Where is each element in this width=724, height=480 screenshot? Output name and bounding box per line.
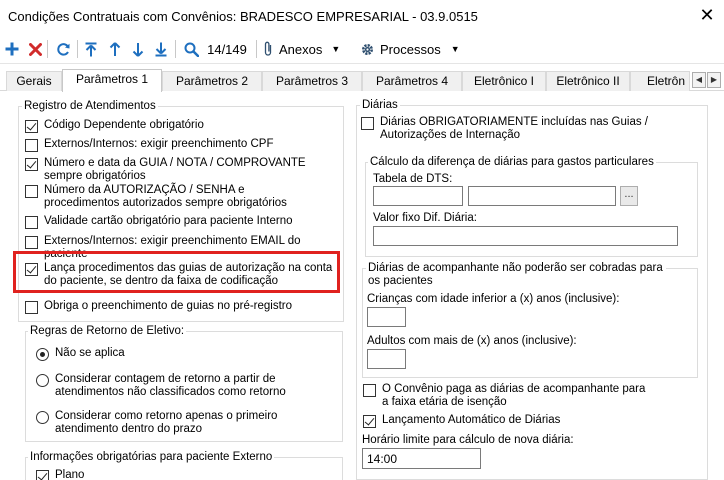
tab-strip: Gerais Parâmetros 1 Parâmetros 2 Parâmet…: [0, 69, 724, 92]
validade-cartao-checkbox[interactable]: Validade cartão obrigatório para pacient…: [25, 215, 343, 229]
window-title: Condições Contratuais com Convênios: BRA…: [8, 9, 478, 24]
convenio-paga-acompanhante-checkbox[interactable]: O Convênio paga as diárias de acompanhan…: [363, 383, 653, 409]
next-record-icon[interactable]: [130, 39, 146, 59]
valor-fixo-label: Valor fixo Dif. Diária:: [373, 212, 477, 224]
radio-label: Considerar como retorno apenas o primeir…: [55, 410, 278, 435]
checkbox-box: [36, 470, 49, 480]
anexos-button[interactable]: Anexos ▼: [263, 39, 355, 59]
previous-record-icon[interactable]: [107, 39, 123, 59]
lancamento-automatico-checkbox[interactable]: Lançamento Automático de Diárias: [363, 414, 653, 428]
tab-parametros-3[interactable]: Parâmetros 3: [262, 71, 362, 91]
tab-scroll-right-icon[interactable]: ▶: [707, 72, 721, 88]
tab-eletronico-2[interactable]: Eletrônico II: [546, 71, 630, 91]
checkbox-box: [25, 158, 38, 171]
title-bar: Condições Contratuais com Convênios: BRA…: [0, 0, 724, 32]
first-record-icon[interactable]: [83, 39, 99, 59]
calculo-diferenca-title: Cálculo da diferença de diárias para gas…: [368, 156, 656, 168]
tab-parametros-4[interactable]: Parâmetros 4: [362, 71, 462, 91]
checkbox-label: Validade cartão obrigatório para pacient…: [44, 215, 293, 227]
plano-checkbox[interactable]: Plano: [36, 469, 236, 480]
checkbox-box: [25, 236, 38, 249]
radio-dot: [36, 411, 49, 424]
numero-autorizacao-checkbox[interactable]: Número da AUTORIZAÇÃO / SENHA e procedim…: [25, 184, 315, 210]
adultos-label: Adultos com mais de (x) anos (inclusive)…: [367, 335, 577, 347]
tab-gerais[interactable]: Gerais: [6, 71, 62, 91]
exigir-cpf-checkbox[interactable]: Externos/Internos: exigir preenchimento …: [25, 138, 343, 152]
adultos-input[interactable]: [367, 349, 406, 369]
diarias-obrigatorias-checkbox[interactable]: Diárias OBRIGATORIAMENTE incluídas nas G…: [361, 116, 661, 142]
checkbox-box: [25, 120, 38, 133]
tab-scroll-left-icon[interactable]: ◀: [692, 72, 706, 88]
checkbox-label: Lançamento Automático de Diárias: [382, 414, 561, 426]
radio-dot: [36, 374, 49, 387]
checkbox-box: [25, 301, 38, 314]
processos-label: Processos: [380, 41, 441, 57]
diarias-title: Diárias: [360, 99, 400, 111]
tabela-dts-name-input[interactable]: [468, 186, 616, 206]
last-record-icon[interactable]: [153, 39, 169, 59]
obriga-guias-pre-registro-checkbox[interactable]: Obriga o preenchimento de guias no pré-r…: [25, 300, 343, 314]
delete-icon[interactable]: [27, 39, 43, 59]
tab-eletronico-3[interactable]: Eletrôn: [630, 71, 690, 91]
criancas-label: Crianças com idade inferior a (x) anos (…: [367, 293, 620, 305]
checkbox-box: [25, 263, 38, 276]
registro-atendimentos-title: Registro de Atendimentos: [22, 100, 158, 112]
checkbox-box: [363, 384, 376, 397]
close-icon[interactable]: ✕: [696, 4, 718, 26]
paperclip-icon: [263, 41, 273, 57]
regras-retorno-title: Regras de Retorno de Eletivo:: [28, 325, 187, 337]
checkbox-label: Número da AUTORIZAÇÃO / SENHA e procedim…: [44, 184, 287, 209]
checkbox-box: [25, 139, 38, 152]
processos-button[interactable]: Processos ▼: [360, 39, 460, 59]
refresh-icon[interactable]: [54, 39, 72, 59]
checkbox-label: Obriga o preenchimento de guias no pré-r…: [44, 300, 293, 312]
toolbar-separator: [175, 40, 176, 58]
checkbox-label: Diárias OBRIGATORIAMENTE incluídas nas G…: [380, 116, 648, 141]
toolbar-separator: [47, 40, 48, 58]
tab-eletronico-1[interactable]: Eletrônico I: [462, 71, 546, 91]
chevron-down-icon: ▼: [331, 44, 341, 54]
radio-dot: [36, 348, 49, 361]
horario-limite-input[interactable]: 14:00: [362, 448, 481, 469]
checkbox-box: [25, 216, 38, 229]
tab-parametros-2[interactable]: Parâmetros 2: [162, 71, 262, 91]
gear-icon: [360, 42, 375, 57]
valor-fixo-input[interactable]: [373, 226, 678, 246]
lanca-procedimentos-checkbox[interactable]: Lança procedimentos das guias de autoriz…: [25, 262, 335, 288]
anexos-label: Anexos: [279, 41, 323, 57]
tab-parametros-1[interactable]: Parâmetros 1: [62, 69, 162, 92]
tabela-dts-label: Tabela de DTS:: [373, 173, 453, 185]
toolbar: 14/149 Anexos ▼ Processos ▼: [0, 34, 724, 64]
toolbar-separator: [256, 40, 257, 58]
chevron-down-icon: ▼: [450, 44, 460, 54]
toolbar-separator: [77, 40, 78, 58]
checkbox-label: Código Dependente obrigatório: [44, 119, 204, 131]
radio-contagem-retorno[interactable]: Considerar contagem de retorno a partir …: [36, 373, 286, 399]
horario-limite-label: Horário limite para cálculo de nova diár…: [362, 434, 574, 446]
checkbox-box: [361, 117, 374, 130]
checkbox-label: Número e data da GUIA / NOTA / COMPROVAN…: [44, 157, 306, 182]
checkbox-box: [25, 185, 38, 198]
record-counter: 14/149: [207, 41, 247, 57]
checkbox-label: Externos/Internos: exigir preenchimento …: [44, 138, 274, 150]
radio-label: Não se aplica: [55, 347, 125, 359]
numero-guia-checkbox[interactable]: Número e data da GUIA / NOTA / COMPROVAN…: [25, 157, 325, 183]
tab-content: Registro de Atendimentos Código Dependen…: [0, 92, 724, 480]
tabela-dts-lookup-button[interactable]: ...: [620, 186, 638, 206]
checkbox-label: Plano: [55, 469, 85, 480]
checkbox-box: [363, 415, 376, 428]
criancas-input[interactable]: [367, 307, 406, 327]
radio-primeiro-atendimento[interactable]: Considerar como retorno apenas o primeir…: [36, 410, 316, 436]
radio-nao-se-aplica[interactable]: Não se aplica: [36, 347, 336, 361]
checkbox-label: O Convênio paga as diárias de acompanhan…: [382, 383, 646, 408]
codigo-dependente-checkbox[interactable]: Código Dependente obrigatório: [25, 119, 343, 133]
search-icon[interactable]: [182, 39, 200, 59]
diarias-acompanhante-title: Diárias de acompanhante não poderão ser …: [366, 262, 666, 288]
checkbox-label: Lança procedimentos das guias de autoriz…: [44, 262, 333, 287]
radio-label: Considerar contagem de retorno a partir …: [55, 373, 286, 398]
paciente-externo-title: Informações obrigatórias para paciente E…: [28, 451, 275, 463]
tabela-dts-code-input[interactable]: [373, 186, 463, 206]
add-icon[interactable]: [4, 39, 20, 59]
